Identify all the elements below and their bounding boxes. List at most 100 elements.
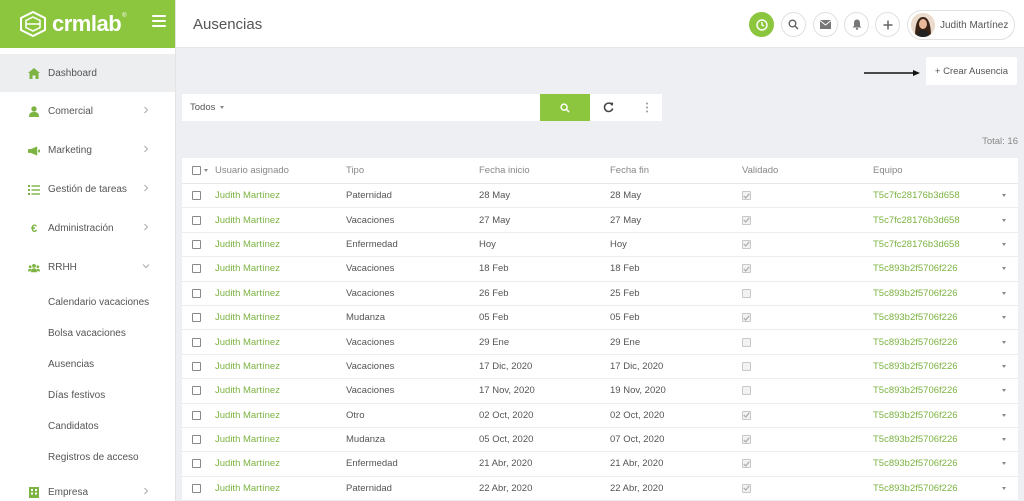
column-header-usuario[interactable]: Usuario asignado: [215, 158, 289, 183]
row-checkbox[interactable]: [192, 288, 201, 298]
row-actions-dropdown[interactable]: [1002, 428, 1006, 451]
table-row[interactable]: Judith Martínez Vacaciones 26 Feb 25 Feb T5c…: [182, 282, 1018, 306]
column-header-tipo[interactable]: Tipo: [346, 158, 364, 183]
table-row[interactable]: Judith Martínez Paternidad 28 May 28 May T5c…: [182, 184, 1018, 209]
search-button[interactable]: [781, 12, 806, 37]
cell-user-link[interactable]: Judith Martínez: [215, 306, 280, 329]
cell-user-link[interactable]: Judith Martínez: [215, 379, 280, 402]
create-absence-button[interactable]: + Crear Ausencia: [926, 57, 1017, 85]
cell-equipo-link[interactable]: T5c893b2f5706f226: [873, 452, 958, 475]
sidebar-subitem-bolsa-vacaciones[interactable]: Bolsa vacaciones: [0, 318, 175, 349]
sidebar-item-gestion-tareas[interactable]: Gestión de tareas: [0, 170, 175, 209]
row-select[interactable]: [192, 282, 201, 305]
row-checkbox[interactable]: [192, 239, 201, 249]
menu-toggle-icon[interactable]: [152, 15, 166, 27]
cell-equipo-link[interactable]: T5c893b2f5706f226: [873, 257, 958, 280]
row-checkbox[interactable]: [192, 459, 201, 469]
clock-button[interactable]: [749, 12, 774, 37]
cell-user-link[interactable]: Judith Martínez: [215, 355, 280, 378]
row-select[interactable]: [192, 355, 201, 378]
cell-user-link[interactable]: Judith Martínez: [215, 330, 280, 353]
sidebar-subitem-registros-acceso[interactable]: Registros de acceso: [0, 442, 175, 473]
row-select[interactable]: [192, 257, 201, 280]
row-select[interactable]: [192, 477, 201, 500]
sidebar-subitem-calendario-vacaciones[interactable]: Calendario vacaciones: [0, 287, 175, 318]
row-actions-dropdown[interactable]: [1002, 379, 1006, 402]
row-actions-dropdown[interactable]: [1002, 233, 1006, 256]
row-actions-dropdown[interactable]: [1002, 404, 1006, 427]
row-actions-dropdown[interactable]: [1002, 282, 1006, 305]
row-checkbox[interactable]: [192, 337, 201, 347]
sidebar-subitem-candidatos[interactable]: Candidatos: [0, 411, 175, 442]
cell-equipo-link[interactable]: T5c7fc28176b3d658: [873, 233, 960, 256]
row-select[interactable]: [192, 330, 201, 353]
row-checkbox[interactable]: [192, 215, 201, 225]
filter-dropdown[interactable]: Todos: [190, 102, 224, 113]
refresh-button[interactable]: [595, 94, 621, 121]
cell-equipo-link[interactable]: T5c893b2f5706f226: [873, 282, 958, 305]
mail-button[interactable]: [813, 12, 838, 37]
cell-equipo-link[interactable]: T5c893b2f5706f226: [873, 404, 958, 427]
cell-user-link[interactable]: Judith Martínez: [215, 184, 280, 207]
table-row[interactable]: Judith Martínez Vacaciones 17 Dic, 2020 17 …: [182, 355, 1018, 380]
user-menu[interactable]: Judith Martínez: [907, 10, 1015, 40]
search-submit-button[interactable]: [540, 94, 590, 121]
table-row[interactable]: Judith Martínez Paternidad 22 Abr, 2020 22 …: [182, 477, 1018, 501]
cell-equipo-link[interactable]: T5c893b2f5706f226: [873, 306, 958, 329]
sidebar-item-rrhh[interactable]: RRHH: [0, 248, 175, 287]
row-select[interactable]: [192, 452, 201, 475]
row-select[interactable]: [192, 233, 201, 256]
row-select[interactable]: [192, 208, 201, 231]
select-all-control[interactable]: [192, 158, 213, 183]
row-checkbox[interactable]: [192, 410, 201, 420]
row-select[interactable]: [192, 404, 201, 427]
column-header-fecha-inicio[interactable]: Fecha inicio: [479, 158, 530, 183]
cell-equipo-link[interactable]: T5c893b2f5706f226: [873, 477, 958, 500]
row-actions-dropdown[interactable]: [1002, 257, 1006, 280]
row-actions-dropdown[interactable]: [1002, 306, 1006, 329]
cell-user-link[interactable]: Judith Martínez: [215, 257, 280, 280]
row-checkbox[interactable]: [192, 264, 201, 274]
row-select[interactable]: [192, 428, 201, 451]
cell-user-link[interactable]: Judith Martínez: [215, 404, 280, 427]
row-actions-dropdown[interactable]: [1002, 330, 1006, 353]
table-row[interactable]: Judith Martínez Vacaciones 18 Feb 18 Feb T5c…: [182, 257, 1018, 282]
table-row[interactable]: Judith Martínez Enfermedad 21 Abr, 2020 21 …: [182, 452, 1018, 477]
row-actions-dropdown[interactable]: [1002, 208, 1006, 231]
cell-equipo-link[interactable]: T5c7fc28176b3d658: [873, 208, 960, 231]
sidebar-subitem-dias-festivos[interactable]: Días festivos: [0, 380, 175, 411]
table-row[interactable]: Judith Martínez Mudanza 05 Feb 05 Feb T5c893…: [182, 306, 1018, 331]
cell-user-link[interactable]: Judith Martínez: [215, 233, 280, 256]
sidebar-subitem-ausencias[interactable]: Ausencias: [0, 349, 175, 380]
cell-user-link[interactable]: Judith Martínez: [215, 477, 280, 500]
add-button[interactable]: [875, 12, 900, 37]
column-header-validado[interactable]: Validado: [742, 158, 778, 183]
row-actions-dropdown[interactable]: [1002, 477, 1006, 500]
notifications-button[interactable]: [844, 12, 869, 37]
row-checkbox[interactable]: [192, 435, 201, 445]
table-row[interactable]: Judith Martínez Vacaciones 29 Ene 29 Ene T5c…: [182, 330, 1018, 355]
sidebar-item-comercial[interactable]: Comercial: [0, 92, 175, 131]
cell-equipo-link[interactable]: T5c893b2f5706f226: [873, 355, 958, 378]
cell-user-link[interactable]: Judith Martínez: [215, 452, 280, 475]
sidebar-item-empresa[interactable]: Empresa: [0, 473, 175, 501]
row-select[interactable]: [192, 184, 201, 207]
row-actions-dropdown[interactable]: [1002, 184, 1006, 207]
more-options-button[interactable]: [634, 94, 660, 121]
table-row[interactable]: Judith Martínez Enfermedad Hoy Hoy T5c7fc281…: [182, 233, 1018, 258]
table-row[interactable]: Judith Martínez Vacaciones 27 May 27 May T5c…: [182, 208, 1018, 233]
row-select[interactable]: [192, 379, 201, 402]
cell-user-link[interactable]: Judith Martínez: [215, 282, 280, 305]
cell-user-link[interactable]: Judith Martínez: [215, 428, 280, 451]
cell-equipo-link[interactable]: T5c7fc28176b3d658: [873, 184, 960, 207]
cell-equipo-link[interactable]: T5c893b2f5706f226: [873, 428, 958, 451]
row-checkbox[interactable]: [192, 361, 201, 371]
select-all-checkbox[interactable]: [192, 166, 201, 175]
row-checkbox[interactable]: [192, 191, 201, 201]
row-checkbox[interactable]: [192, 386, 201, 396]
sidebar-item-dashboard[interactable]: Dashboard: [0, 54, 175, 92]
cell-equipo-link[interactable]: T5c893b2f5706f226: [873, 379, 958, 402]
sidebar-item-administracion[interactable]: € Administración: [0, 209, 175, 248]
row-checkbox[interactable]: [192, 313, 201, 323]
row-actions-dropdown[interactable]: [1002, 355, 1006, 378]
